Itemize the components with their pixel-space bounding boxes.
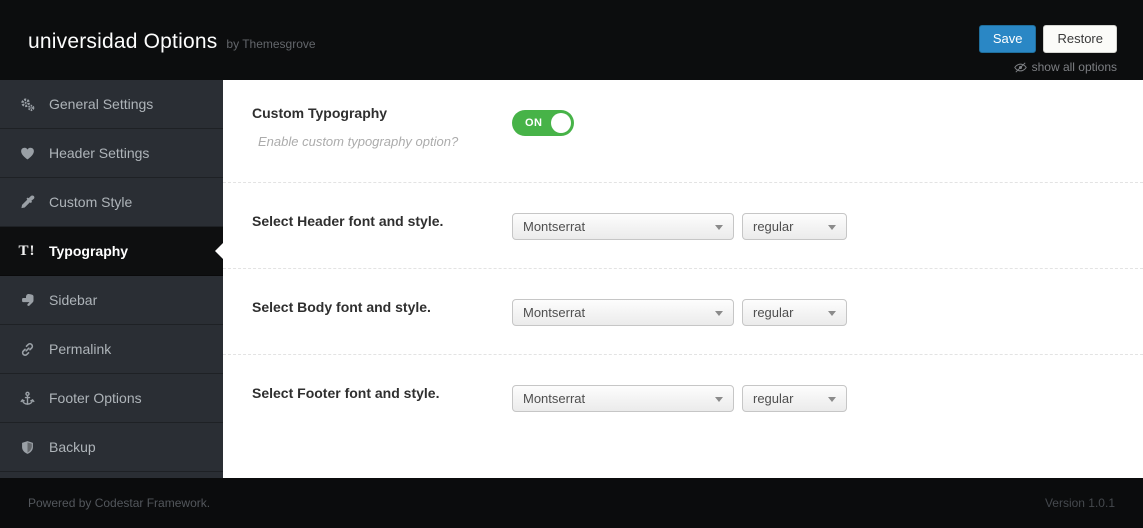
sidebar-item-typography[interactable]: T! Typography bbox=[0, 227, 223, 276]
chevron-down-icon bbox=[828, 396, 836, 402]
chevron-down-icon bbox=[828, 310, 836, 316]
eye-slash-icon bbox=[1013, 61, 1027, 73]
byline: by Themesgrove bbox=[226, 37, 316, 51]
body-font-select[interactable]: Montserrat bbox=[512, 299, 734, 326]
header-style-value: regular bbox=[753, 219, 794, 234]
body-font-controls: Montserrat regular bbox=[512, 299, 847, 354]
body-style-select[interactable]: regular bbox=[742, 299, 847, 326]
sidebar-item-label: Custom Style bbox=[49, 194, 133, 210]
sidebar-item-label: Sidebar bbox=[49, 292, 98, 308]
footer-style-select[interactable]: regular bbox=[742, 385, 847, 412]
sidebar-item-custom-style[interactable]: Custom Style bbox=[0, 178, 223, 227]
header-font-label: Select Header font and style. bbox=[252, 213, 444, 229]
heart-icon bbox=[18, 146, 36, 161]
footer-font-label: Select Footer font and style. bbox=[252, 385, 440, 401]
sidebar-item-header-settings[interactable]: Header Settings bbox=[0, 129, 223, 178]
app-title: universidad Options bbox=[28, 30, 218, 53]
sidebar-item-footer-options[interactable]: Footer Options bbox=[0, 374, 223, 423]
body-font-value: Montserrat bbox=[523, 305, 586, 320]
shield-icon bbox=[18, 440, 36, 455]
footer-bar: Powered by Codestar Framework. Version 1… bbox=[0, 478, 1143, 528]
custom-typography-label: Custom Typography bbox=[252, 105, 388, 121]
typography-icon: T! bbox=[18, 242, 36, 259]
eyedropper-icon bbox=[18, 194, 36, 210]
sidebar-item-label: Backup bbox=[49, 439, 96, 455]
top-bar: universidad Options by Themesgrove Save … bbox=[0, 0, 1143, 80]
header-style-select[interactable]: regular bbox=[742, 213, 847, 240]
custom-typography-row: Custom Typography Enable custom typograp… bbox=[223, 80, 1143, 182]
version-text: Version 1.0.1 bbox=[1044, 496, 1115, 510]
anchor-icon bbox=[18, 391, 36, 406]
header-font-select[interactable]: Montserrat bbox=[512, 213, 734, 240]
chevron-down-icon bbox=[715, 396, 723, 402]
sidebar-item-sidebar[interactable]: Sidebar bbox=[0, 276, 223, 325]
powered-by-text: Powered by Codestar Framework. bbox=[28, 496, 211, 510]
sidebar-item-label: Permalink bbox=[49, 341, 112, 357]
chevron-down-icon bbox=[715, 310, 723, 316]
sidebar-item-permalink[interactable]: Permalink bbox=[0, 325, 223, 374]
button-row: Save Restore bbox=[978, 25, 1117, 53]
footer-style-value: regular bbox=[753, 391, 794, 406]
header-actions: Save Restore show all options bbox=[978, 25, 1117, 80]
content-panel: Custom Typography Enable custom typograp… bbox=[223, 80, 1143, 478]
active-item-caret bbox=[215, 243, 223, 259]
body-font-label: Select Body font and style. bbox=[252, 299, 431, 315]
sidebar-item-label: Typography bbox=[49, 243, 129, 259]
chevron-down-icon bbox=[715, 224, 723, 230]
footer-font-row: Select Footer font and style. Montserrat… bbox=[223, 354, 1143, 478]
footer-font-select[interactable]: Montserrat bbox=[512, 385, 734, 412]
show-all-options-link[interactable]: show all options bbox=[1013, 60, 1117, 74]
header-font-value: Montserrat bbox=[523, 219, 586, 234]
sidebar-item-label: General Settings bbox=[49, 96, 154, 112]
body-font-row: Select Body font and style. Montserrat r… bbox=[223, 268, 1143, 354]
sidebar-item-backup[interactable]: Backup bbox=[0, 423, 223, 472]
toggle-control: ON bbox=[512, 105, 574, 182]
main-area: General Settings Header Settings Custom … bbox=[0, 80, 1143, 478]
sidebar-item-label: Footer Options bbox=[49, 390, 142, 406]
save-button[interactable]: Save bbox=[978, 25, 1037, 53]
link-icon bbox=[18, 342, 36, 357]
toggle-knob bbox=[551, 113, 571, 133]
gears-icon bbox=[18, 97, 36, 112]
page-title: universidad Options by Themesgrove bbox=[28, 30, 316, 80]
body-style-value: regular bbox=[753, 305, 794, 320]
custom-typography-description: Enable custom typography option? bbox=[258, 134, 459, 149]
footer-font-controls: Montserrat regular bbox=[512, 385, 847, 478]
toggle-on-label: ON bbox=[525, 117, 543, 129]
header-font-row: Select Header font and style. Montserrat… bbox=[223, 182, 1143, 268]
header-font-controls: Montserrat regular bbox=[512, 213, 847, 268]
restore-button[interactable]: Restore bbox=[1043, 25, 1117, 53]
footer-font-value: Montserrat bbox=[523, 391, 586, 406]
sidebar-item-general-settings[interactable]: General Settings bbox=[0, 80, 223, 129]
sidebar: General Settings Header Settings Custom … bbox=[0, 80, 223, 478]
field-label-group: Custom Typography Enable custom typograp… bbox=[252, 105, 512, 182]
chevron-down-icon bbox=[828, 224, 836, 230]
custom-typography-toggle[interactable]: ON bbox=[512, 110, 574, 136]
hand-pointer-icon bbox=[18, 293, 36, 308]
show-all-options-label: show all options bbox=[1031, 60, 1117, 74]
sidebar-item-label: Header Settings bbox=[49, 145, 150, 161]
